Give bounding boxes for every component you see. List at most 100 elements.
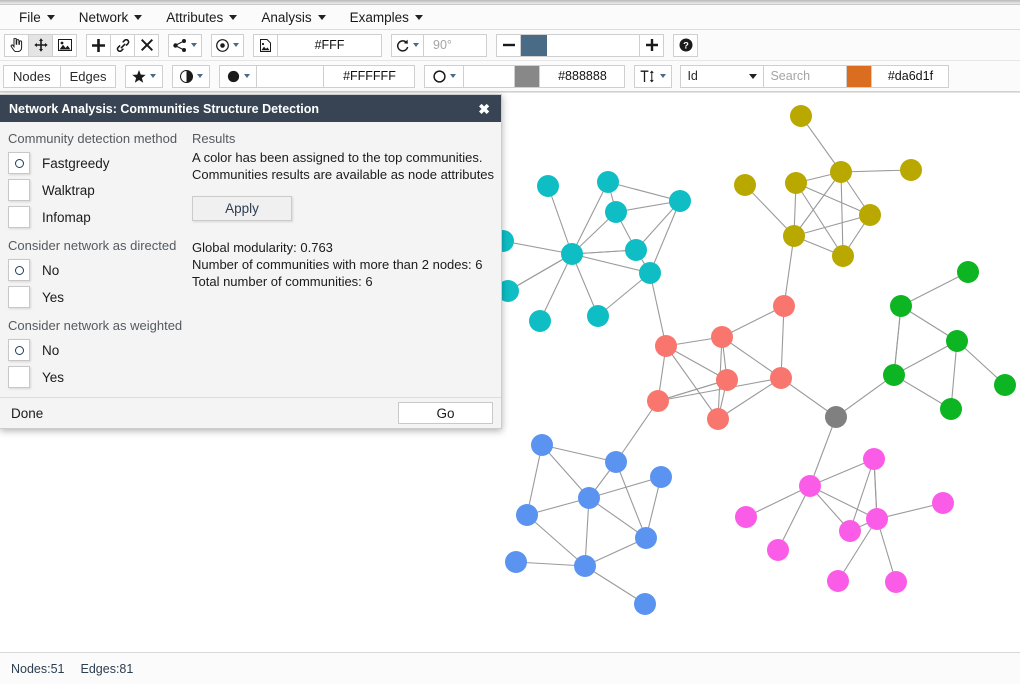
graph-node[interactable] bbox=[783, 225, 805, 247]
graph-node[interactable] bbox=[832, 245, 854, 267]
graph-node[interactable] bbox=[770, 367, 792, 389]
delete-button[interactable] bbox=[134, 33, 159, 57]
graph-node[interactable] bbox=[883, 364, 905, 386]
graph-node[interactable] bbox=[537, 175, 559, 197]
menu-item-file[interactable]: File bbox=[8, 7, 66, 28]
graph-node[interactable] bbox=[799, 475, 821, 497]
zoom-out-button[interactable] bbox=[496, 33, 521, 57]
graph-node[interactable] bbox=[716, 369, 738, 391]
rotate-angle-field[interactable]: 90° bbox=[423, 33, 487, 57]
go-button[interactable]: Go bbox=[398, 402, 493, 424]
menu-item-analysis[interactable]: Analysis bbox=[250, 7, 336, 28]
node-fill-color-field[interactable]: #FFFFFF bbox=[323, 64, 416, 88]
graph-node[interactable] bbox=[711, 326, 733, 348]
graph-node[interactable] bbox=[639, 262, 661, 284]
radio-box[interactable] bbox=[8, 366, 30, 388]
tab-nodes[interactable]: Nodes bbox=[3, 64, 61, 88]
graph-node[interactable] bbox=[529, 310, 551, 332]
radio-box[interactable] bbox=[8, 339, 30, 361]
image-background-button[interactable] bbox=[52, 33, 77, 57]
radio-option-infomap[interactable]: Infomap bbox=[8, 204, 192, 230]
add-node-button[interactable] bbox=[86, 33, 111, 57]
radio-option-fastgreedy[interactable]: Fastgreedy bbox=[8, 150, 192, 176]
apply-button[interactable]: Apply bbox=[192, 196, 292, 221]
radio-option-weighted-no[interactable]: No bbox=[8, 337, 192, 363]
graph-node[interactable] bbox=[863, 448, 885, 470]
graph-node[interactable] bbox=[574, 555, 596, 577]
radio-option-weighted-yes[interactable]: Yes bbox=[8, 364, 192, 390]
tab-edges[interactable]: Edges bbox=[59, 64, 117, 88]
zoom-slider[interactable] bbox=[520, 33, 640, 57]
graph-node[interactable] bbox=[885, 571, 907, 593]
label-style-dropdown-button[interactable] bbox=[634, 64, 673, 88]
graph-node[interactable] bbox=[957, 261, 979, 283]
radio-box[interactable] bbox=[8, 206, 30, 228]
export-image-button[interactable] bbox=[253, 33, 278, 57]
graph-node[interactable] bbox=[655, 335, 677, 357]
radio-option-directed-yes[interactable]: Yes bbox=[8, 284, 192, 310]
graph-node[interactable] bbox=[890, 295, 912, 317]
graph-node[interactable] bbox=[635, 527, 657, 549]
graph-node[interactable] bbox=[669, 190, 691, 212]
menu-item-examples[interactable]: Examples bbox=[339, 7, 434, 28]
graph-node[interactable] bbox=[505, 551, 527, 573]
graph-node[interactable] bbox=[597, 171, 619, 193]
menu-item-attributes[interactable]: Attributes bbox=[155, 7, 248, 28]
close-icon[interactable]: ✖ bbox=[478, 102, 490, 116]
graph-node[interactable] bbox=[839, 520, 861, 542]
graph-node[interactable] bbox=[830, 161, 852, 183]
graph-node[interactable] bbox=[587, 305, 609, 327]
node-fill-dropdown-button[interactable] bbox=[219, 64, 258, 88]
radio-box[interactable] bbox=[8, 259, 30, 281]
graph-node[interactable] bbox=[827, 570, 849, 592]
graph-node[interactable] bbox=[767, 539, 789, 561]
node-border-color-field[interactable]: #888888 bbox=[539, 64, 626, 88]
radio-option-walktrap[interactable]: Walktrap bbox=[8, 177, 192, 203]
node-shape-dropdown-button[interactable] bbox=[125, 64, 164, 88]
menu-item-network[interactable]: Network bbox=[68, 7, 154, 28]
graph-node[interactable] bbox=[625, 239, 647, 261]
radio-box[interactable] bbox=[8, 152, 30, 174]
help-button[interactable]: ? bbox=[673, 33, 698, 57]
node-border-color-swatch[interactable] bbox=[514, 64, 541, 88]
layout-dropdown-button[interactable] bbox=[211, 33, 244, 57]
search-input[interactable]: Search bbox=[763, 64, 848, 88]
graph-node[interactable] bbox=[735, 506, 757, 528]
graph-node[interactable] bbox=[647, 390, 669, 412]
graph-node[interactable] bbox=[946, 330, 968, 352]
graph-node[interactable] bbox=[561, 243, 583, 265]
highlight-color-field[interactable]: #da6d1f bbox=[871, 64, 950, 88]
highlight-color-swatch[interactable] bbox=[846, 64, 873, 88]
graph-node[interactable] bbox=[932, 492, 954, 514]
background-color-field[interactable]: #FFF bbox=[277, 33, 382, 57]
radio-box[interactable] bbox=[8, 179, 30, 201]
attribute-select[interactable]: Id bbox=[680, 64, 765, 88]
hand-pointer-tool-button[interactable] bbox=[4, 33, 29, 57]
graph-node[interactable] bbox=[825, 406, 847, 428]
graph-node[interactable] bbox=[785, 172, 807, 194]
graph-node[interactable] bbox=[940, 398, 962, 420]
graph-node[interactable] bbox=[516, 504, 538, 526]
zoom-in-button[interactable] bbox=[639, 33, 664, 57]
node-border-dropdown-button[interactable] bbox=[424, 64, 465, 88]
graph-node[interactable] bbox=[605, 201, 627, 223]
graph-node[interactable] bbox=[866, 508, 888, 530]
graph-node[interactable] bbox=[531, 434, 553, 456]
graph-node[interactable] bbox=[773, 295, 795, 317]
graph-node[interactable] bbox=[900, 159, 922, 181]
node-opacity-dropdown-button[interactable] bbox=[172, 64, 211, 88]
graph-node[interactable] bbox=[650, 466, 672, 488]
graph-node[interactable] bbox=[634, 593, 656, 615]
node-border-size-field[interactable] bbox=[463, 64, 516, 88]
graph-node[interactable] bbox=[859, 204, 881, 226]
graph-node[interactable] bbox=[578, 487, 600, 509]
radio-option-directed-no[interactable]: No bbox=[8, 257, 192, 283]
graph-node[interactable] bbox=[707, 408, 729, 430]
share-dropdown-button[interactable] bbox=[168, 33, 202, 57]
graph-node[interactable] bbox=[605, 451, 627, 473]
radio-box[interactable] bbox=[8, 286, 30, 308]
node-size-field[interactable] bbox=[256, 64, 325, 88]
rotate-dropdown-button[interactable] bbox=[391, 33, 424, 57]
graph-node[interactable] bbox=[790, 105, 812, 127]
graph-node[interactable] bbox=[994, 374, 1016, 396]
